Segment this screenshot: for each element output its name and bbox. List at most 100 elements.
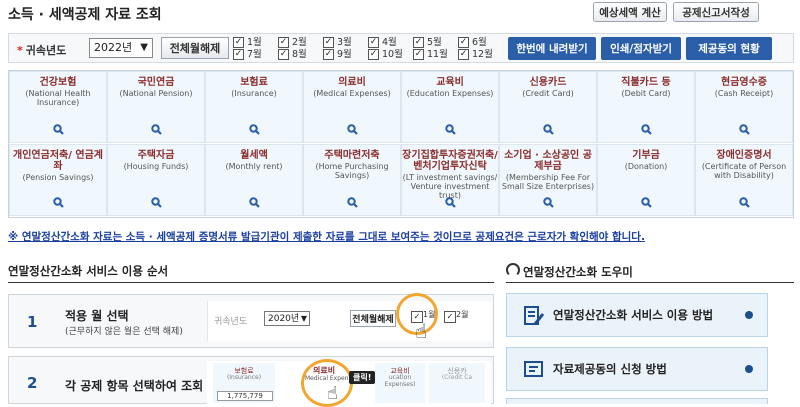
category-english-label: (Housing Funds) bbox=[123, 162, 189, 171]
month-label: 12월 bbox=[472, 49, 493, 60]
search-icon[interactable] bbox=[304, 124, 400, 138]
category-english-label: (LT investment savings/ Venture investme… bbox=[402, 173, 498, 200]
checkbox-icon[interactable]: ✓ bbox=[368, 49, 379, 60]
search-icon[interactable] bbox=[304, 197, 400, 211]
help-item-label: 연말정산간소화 서비스 이용 방법 bbox=[553, 308, 714, 322]
checkbox-icon[interactable]: ✓ bbox=[233, 37, 244, 48]
download-all-button[interactable]: 한번에 내려받기 bbox=[508, 37, 596, 60]
demo-year-select: 2020년 ▼ bbox=[264, 311, 310, 326]
category-english-label: (Donation) bbox=[624, 162, 668, 171]
month-checkbox-pair: ✓ 3월 ✓ 9월 bbox=[323, 36, 363, 62]
search-icon[interactable] bbox=[108, 124, 204, 138]
month-label: 7월 bbox=[247, 49, 262, 60]
help-usage-guide-link[interactable]: 연말정산간소화 서비스 이용 방법 bbox=[506, 293, 768, 337]
category-english-label: (Certificate of Person with Disability) bbox=[701, 162, 787, 180]
search-icon[interactable] bbox=[598, 124, 694, 138]
category-cell[interactable]: 교육비 (Education Expenses) bbox=[401, 71, 499, 143]
help-more-link[interactable] bbox=[506, 398, 768, 404]
notice-link[interactable]: ※ 연말정산간소화 자료는 소득 · 세액공제 증명서류 발급기관이 제출한 자… bbox=[8, 229, 645, 244]
estimate-tax-button[interactable]: 예상세액 계산 bbox=[593, 2, 667, 22]
checkbox-icon[interactable]: ✓ bbox=[413, 49, 424, 60]
deduction-category-grid: 건강보험 (National Health Insurance) 국민연금 (Nati… bbox=[8, 70, 794, 218]
print-braille-button[interactable]: 인쇄/점자받기 bbox=[601, 37, 681, 60]
demo-amount: 1,775,779 bbox=[217, 391, 273, 401]
category-cell[interactable]: 장애인증명서 (Certificate of Person with Disabi… bbox=[695, 144, 793, 216]
search-icon[interactable] bbox=[402, 124, 498, 138]
search-icon[interactable] bbox=[206, 124, 302, 138]
category-cell[interactable]: 개인연금저축/ 연금계좌 (Pension Savings) bbox=[9, 144, 107, 216]
category-cell[interactable]: 월세액 (Monthly rent) bbox=[205, 144, 303, 216]
step-heading: 각 공제 항목 선택하여 조회 bbox=[65, 379, 204, 393]
search-icon[interactable] bbox=[10, 197, 106, 211]
month-label: 5월 bbox=[427, 37, 442, 48]
help-item-label: 자료제공동의 신청 방법 bbox=[553, 362, 667, 376]
demo-cell: 교육비 ucation Expenses) bbox=[375, 363, 425, 403]
search-icon[interactable] bbox=[696, 124, 792, 138]
category-cell[interactable]: 소기업 · 소상공인 공제부금 (Membership Fee For Small… bbox=[499, 144, 597, 216]
month-label: 2월 bbox=[292, 37, 307, 48]
category-label: 건강보험 bbox=[39, 77, 77, 88]
page-title: 소득 · 세액공제 자료 조회 bbox=[8, 7, 162, 23]
category-label: 주택마련저축 bbox=[324, 150, 380, 161]
category-english-label: (Home Purchasing Savings) bbox=[315, 162, 389, 180]
step-2: 2 각 공제 항목 선택하여 조회 보험료 (Insurance) 1,775,… bbox=[8, 356, 494, 407]
search-icon[interactable] bbox=[10, 124, 106, 138]
cursor-hand-icon: ☝ bbox=[327, 383, 338, 404]
chevron-down-icon: ▼ bbox=[140, 42, 148, 53]
search-icon[interactable] bbox=[696, 197, 792, 211]
category-label: 보험료 bbox=[240, 77, 268, 88]
search-icon[interactable] bbox=[500, 197, 596, 211]
clear-all-months-button[interactable]: 전체월해제 bbox=[161, 37, 229, 59]
consent-status-button[interactable]: 제공동의 현황 bbox=[686, 37, 772, 60]
category-english-label: (Debit Card) bbox=[621, 89, 671, 98]
search-icon[interactable] bbox=[108, 197, 204, 211]
write-report-button[interactable]: 공제신고서작성 bbox=[673, 2, 759, 22]
chat-doc-icon bbox=[523, 359, 545, 385]
category-cell[interactable]: 건강보험 (National Health Insurance) bbox=[9, 71, 107, 143]
step-number: 1 bbox=[27, 313, 38, 331]
checkbox-icon[interactable]: ✓ bbox=[458, 37, 469, 48]
cursor-hand-icon: ☝ bbox=[415, 319, 428, 343]
category-cell[interactable]: 기부금 (Donation) bbox=[597, 144, 695, 216]
checkbox-icon[interactable]: ✓ bbox=[323, 37, 334, 48]
month-label: 4월 bbox=[382, 37, 397, 48]
search-icon[interactable] bbox=[402, 197, 498, 211]
category-label: 월세액 bbox=[240, 150, 268, 161]
month-label: 3월 bbox=[337, 37, 352, 48]
category-label: 현금영수증 bbox=[721, 77, 767, 88]
category-label: 의료비 bbox=[338, 77, 366, 88]
checkbox-icon[interactable]: ✓ bbox=[458, 49, 469, 60]
category-label: 기부금 bbox=[632, 150, 660, 161]
filter-bar: * 귀속년도 2022년 ▼ 전체월해제 ✓ 1월 ✓ 7월 ✓ 2월 ✓ 8월 ✓ 3월 ✓ 9월 ✓ 4월… bbox=[8, 33, 794, 63]
category-english-label: (Cash Receipt) bbox=[714, 89, 774, 98]
step-2-demo: 보험료 (Insurance) 1,775,779 의료비 Medical Ex… bbox=[207, 359, 491, 407]
category-english-label: (National Pension) bbox=[119, 89, 193, 98]
checkbox-icon[interactable]: ✓ bbox=[233, 49, 244, 60]
checkbox-icon[interactable]: ✓ bbox=[278, 49, 289, 60]
help-consent-guide-link[interactable]: 자료제공동의 신청 방법 bbox=[506, 347, 768, 391]
year-select[interactable]: 2022년 ▼ bbox=[89, 38, 153, 58]
category-cell[interactable]: 의료비 (Medical Expenses) bbox=[303, 71, 401, 143]
search-icon[interactable] bbox=[500, 124, 596, 138]
checkbox-icon[interactable]: ✓ bbox=[278, 37, 289, 48]
category-cell[interactable]: 주택마련저축 (Home Purchasing Savings) bbox=[303, 144, 401, 216]
month-label: 9월 bbox=[337, 49, 352, 60]
help-section-title: 연말정산간소화 도우미 bbox=[506, 263, 633, 280]
category-cell[interactable]: 직불카드 등 (Debit Card) bbox=[597, 71, 695, 143]
search-icon[interactable] bbox=[598, 197, 694, 211]
step-1: 1 적용 월 선택 (근무하지 않은 월은 선택 해제) 귀속년도 2020년 ▼… bbox=[8, 293, 494, 348]
step-heading: 적용 월 선택 bbox=[65, 309, 129, 323]
category-cell[interactable]: 장기집합투자증권저축/ 벤처기업투자신탁 (LT investment savin… bbox=[401, 144, 499, 216]
checkbox-icon[interactable]: ✓ bbox=[368, 37, 379, 48]
category-cell[interactable]: 신용카드 (Credit Card) bbox=[499, 71, 597, 143]
category-cell[interactable]: 국민연금 (National Pension) bbox=[107, 71, 205, 143]
category-cell[interactable]: 보험료 (Insurance) bbox=[205, 71, 303, 143]
category-cell[interactable]: 현금영수증 (Cash Receipt) bbox=[695, 71, 793, 143]
category-cell[interactable]: 주택자금 (Housing Funds) bbox=[107, 144, 205, 216]
pencil-doc-icon bbox=[523, 305, 545, 331]
demo-month-label: 2월 bbox=[456, 310, 469, 319]
demo-cell: 보험료 (Insurance) 1,775,779 bbox=[213, 363, 275, 403]
checkbox-icon[interactable]: ✓ bbox=[323, 49, 334, 60]
search-icon[interactable] bbox=[206, 197, 302, 211]
checkbox-icon[interactable]: ✓ bbox=[413, 37, 424, 48]
